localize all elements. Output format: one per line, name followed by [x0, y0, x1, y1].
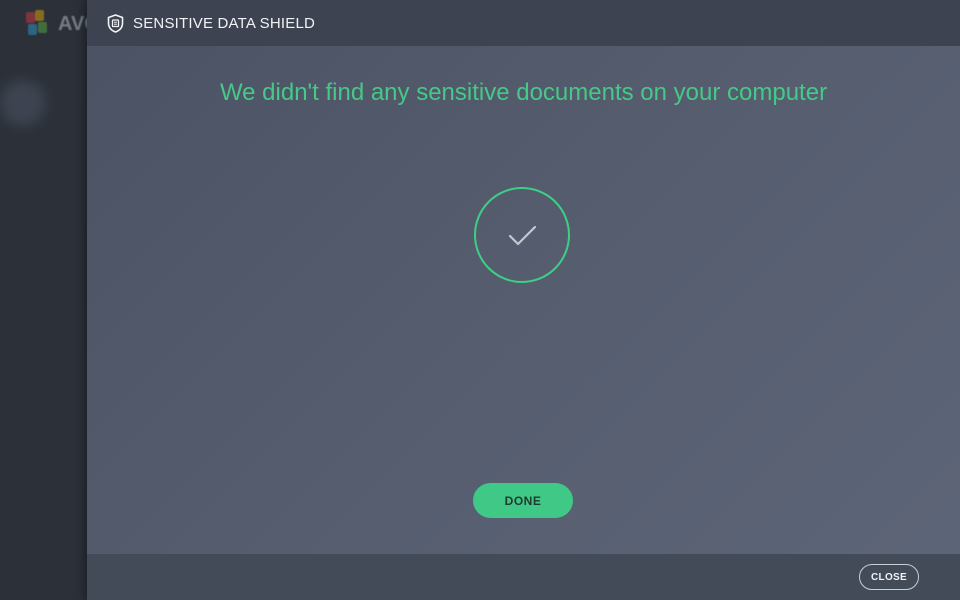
done-button[interactable]: DONE [473, 483, 573, 518]
result-status-circle [474, 187, 570, 283]
checkmark-icon [508, 225, 537, 246]
result-headline: We didn't find any sensitive documents o… [219, 79, 828, 106]
avg-logo-icon [26, 10, 54, 38]
dialog-footer: CLOSE [87, 554, 960, 600]
shield-icon [107, 14, 124, 33]
close-button[interactable]: CLOSE [859, 564, 919, 590]
dialog-header: SENSITIVE DATA SHIELD [87, 0, 960, 46]
sidebar-menu-icon [0, 80, 46, 126]
dialog-title: SENSITIVE DATA SHIELD [133, 15, 316, 32]
sensitive-data-shield-dialog: SENSITIVE DATA SHIELD We didn't find any… [87, 0, 960, 600]
